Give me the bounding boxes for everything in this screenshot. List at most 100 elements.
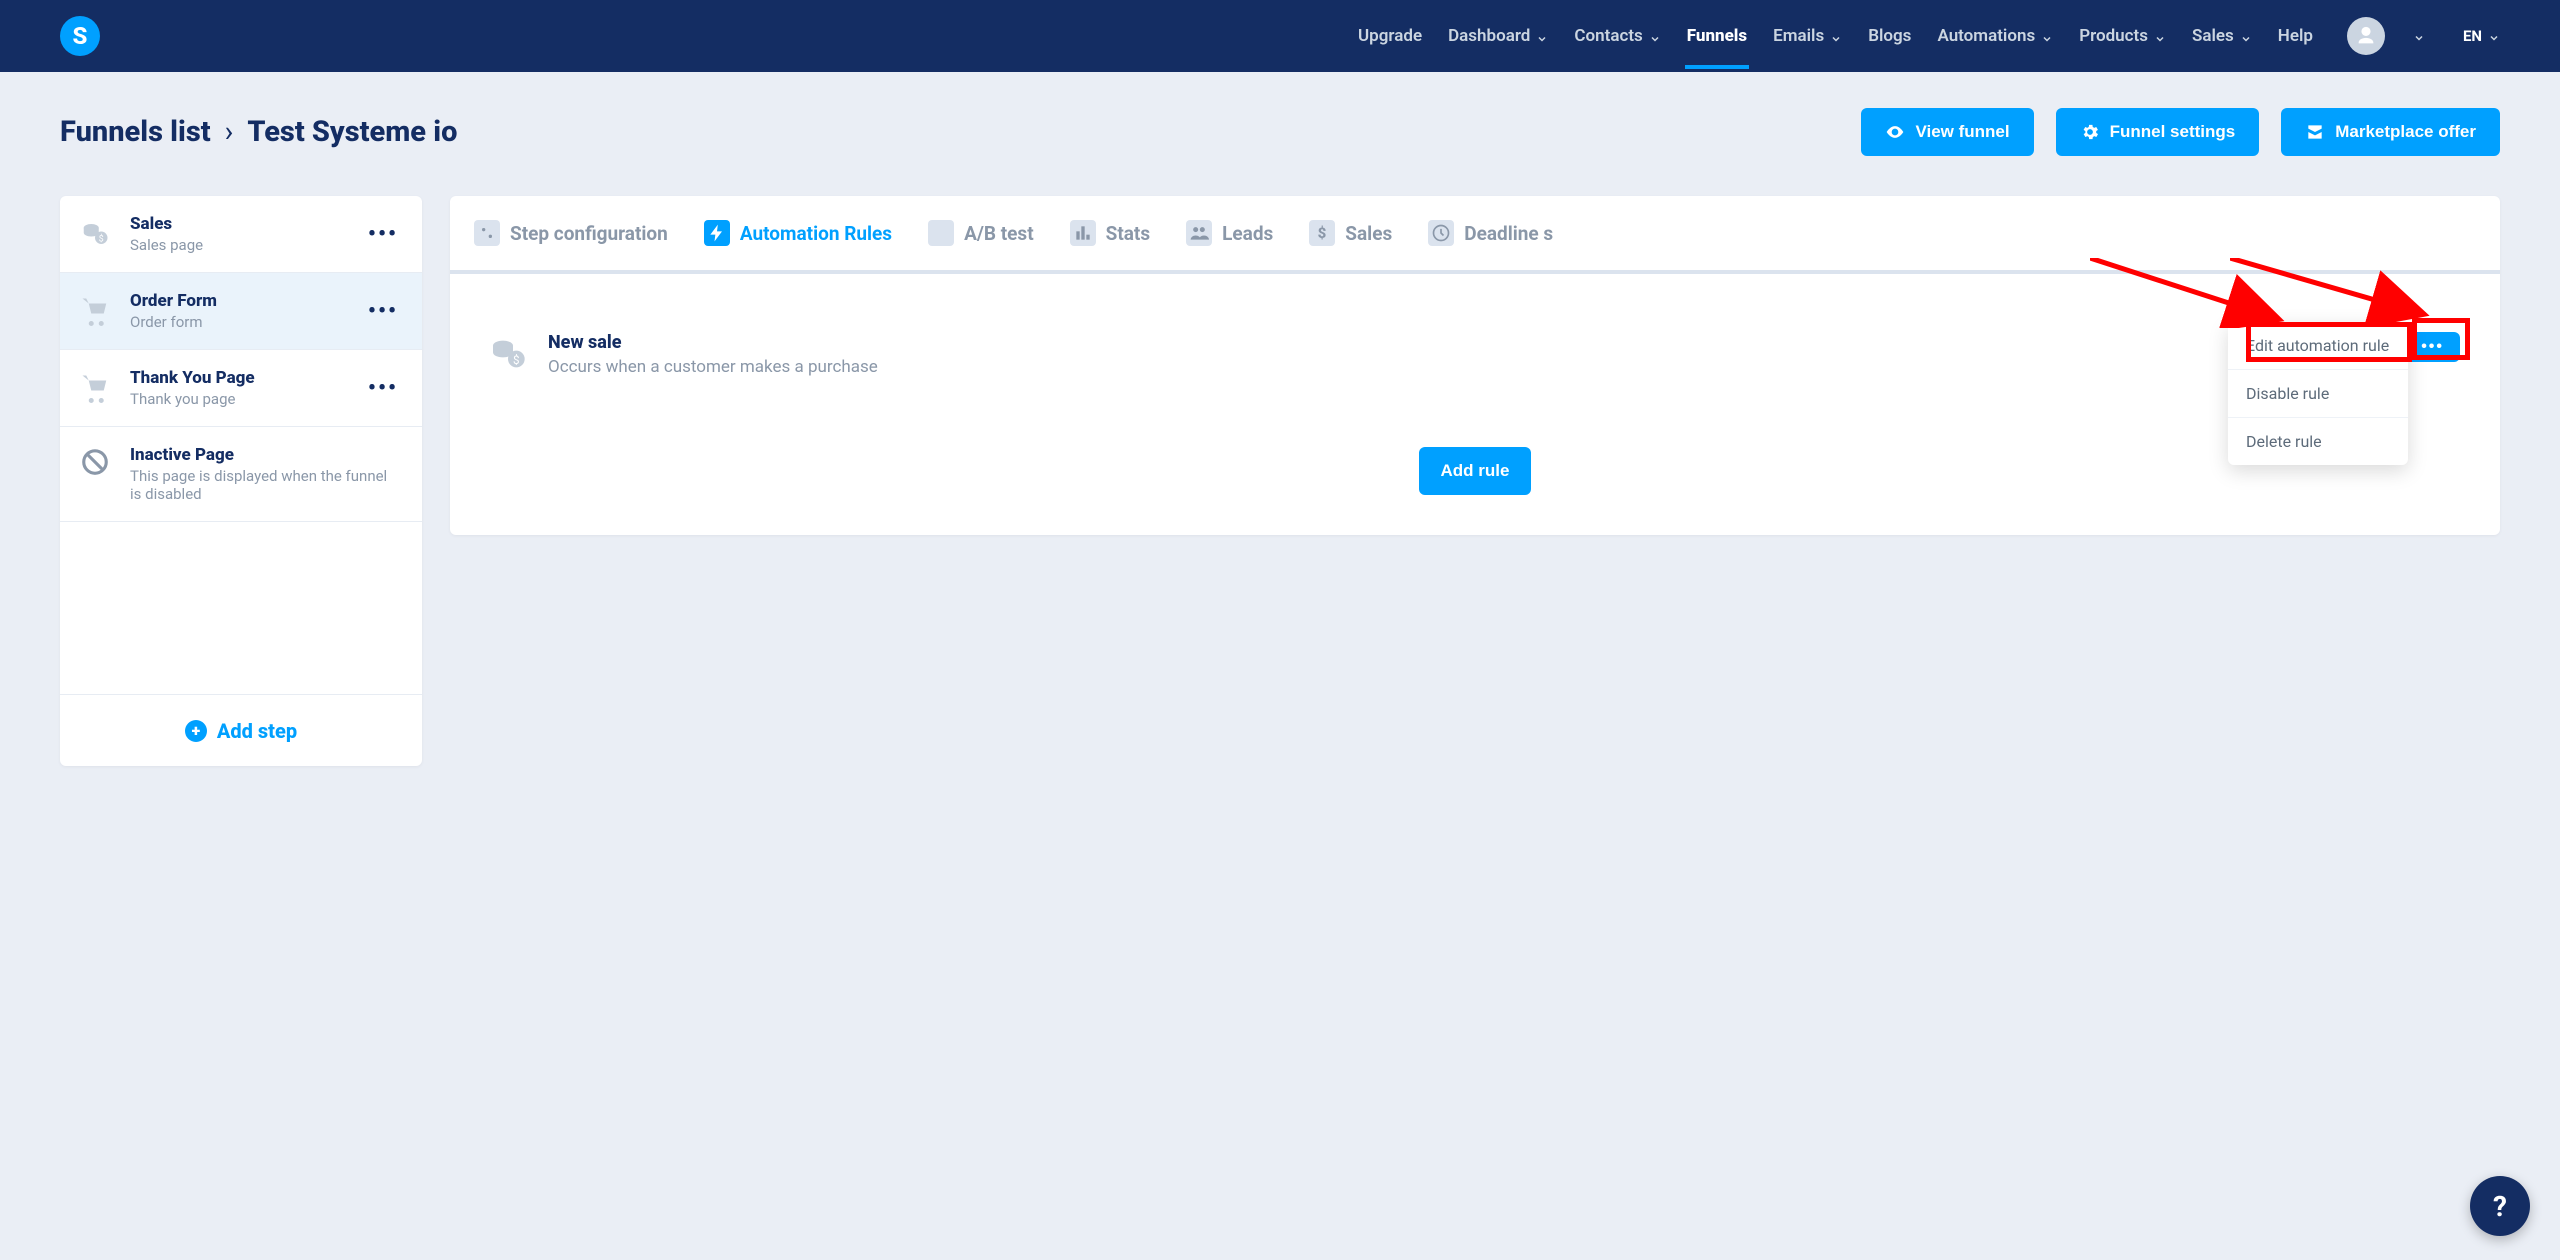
menu-delete-rule[interactable]: Delete rule xyxy=(2228,418,2408,465)
svg-text:$: $ xyxy=(99,234,104,245)
chevron-down-icon xyxy=(1830,30,1842,42)
chevron-down-icon xyxy=(2240,30,2252,42)
chevron-down-icon[interactable] xyxy=(2413,30,2425,42)
step-tabs: Step configuration Automation Rules A/B … xyxy=(450,196,2500,274)
rule-actions: ••• Edit automation rule Disable rule De… xyxy=(2405,332,2464,362)
clock-icon xyxy=(1428,220,1454,246)
rule-subtitle: Occurs when a customer makes a purchase xyxy=(548,357,878,377)
nav-automations[interactable]: Automations xyxy=(1935,4,2055,68)
tab-automation-rules[interactable]: Automation Rules xyxy=(704,196,892,274)
nav-funnels[interactable]: Funnels xyxy=(1685,4,1749,68)
funnel-steps-sidebar: $ Sales Sales page ••• Order Form Order … xyxy=(60,196,422,766)
breadcrumb: Funnels list › Test Systeme io xyxy=(60,115,457,149)
step-menu-icon[interactable]: ••• xyxy=(368,222,398,247)
nav-products[interactable]: Products xyxy=(2077,4,2168,68)
add-rule-button[interactable]: Add rule xyxy=(1419,447,1532,495)
tab-label: Step configuration xyxy=(510,222,668,245)
tab-label: Automation Rules xyxy=(740,222,892,245)
step-text: Order Form Order form xyxy=(130,291,350,331)
marketplace-offer-button[interactable]: Marketplace offer xyxy=(2281,108,2500,156)
tab-label: Deadline s xyxy=(1464,222,1553,245)
sliders-icon xyxy=(474,220,500,246)
nav-contacts[interactable]: Contacts xyxy=(1572,4,1662,68)
tab-sales[interactable]: $ Sales xyxy=(1309,196,1392,274)
breadcrumb-current: Test Systeme io xyxy=(247,115,457,149)
step-text: Sales Sales page xyxy=(130,214,350,254)
breadcrumb-sep-icon: › xyxy=(225,115,234,149)
svg-text:$: $ xyxy=(1318,224,1327,242)
nav-products-label: Products xyxy=(2079,26,2148,46)
step-subtitle: This page is displayed when the funnel i… xyxy=(130,467,398,503)
step-menu-icon[interactable]: ••• xyxy=(368,376,398,401)
rule-title: New sale xyxy=(548,332,878,353)
user-icon xyxy=(2355,25,2377,47)
step-title: Inactive Page xyxy=(130,445,398,465)
add-step-label: Add step xyxy=(217,719,297,743)
menu-edit-rule[interactable]: Edit automation rule xyxy=(2228,322,2408,370)
tab-leads[interactable]: Leads xyxy=(1186,196,1273,274)
tab-deadline[interactable]: Deadline s xyxy=(1428,196,1553,274)
tab-label: Stats xyxy=(1106,222,1151,245)
nav-blogs-label: Blogs xyxy=(1868,26,1911,46)
add-step-button[interactable]: + Add step xyxy=(60,694,422,766)
language-label: EN xyxy=(2463,27,2482,45)
step-title: Thank You Page xyxy=(130,368,350,388)
tab-label: A/B test xyxy=(964,222,1034,245)
offer-icon xyxy=(2305,122,2325,142)
chevron-down-icon xyxy=(2154,30,2166,42)
step-menu-icon[interactable]: ••• xyxy=(368,299,398,324)
automation-rule-row: $ New sale Occurs when a customer makes … xyxy=(486,332,2464,377)
nav-emails[interactable]: Emails xyxy=(1771,4,1844,68)
chevron-down-icon xyxy=(2488,30,2500,42)
content-columns: $ Sales Sales page ••• Order Form Order … xyxy=(60,196,2500,766)
chart-icon xyxy=(1070,220,1096,246)
coins-icon: $ xyxy=(78,217,112,251)
split-icon xyxy=(928,220,954,246)
step-thank-you[interactable]: Thank You Page Thank you page ••• xyxy=(60,350,422,427)
nav-emails-label: Emails xyxy=(1773,26,1824,46)
nav-automations-label: Automations xyxy=(1937,26,2035,46)
header-actions: View funnel Funnel settings Marketplace … xyxy=(1861,108,2500,156)
page-body: Funnels list › Test Systeme io View funn… xyxy=(0,72,2560,766)
nav-sales[interactable]: Sales xyxy=(2190,4,2254,68)
cart-icon xyxy=(78,294,112,328)
menu-disable-rule[interactable]: Disable rule xyxy=(2228,370,2408,418)
tab-label: Leads xyxy=(1222,222,1273,245)
step-text: Thank You Page Thank you page xyxy=(130,368,350,408)
marketplace-offer-label: Marketplace offer xyxy=(2335,122,2476,142)
top-nav: S Upgrade Dashboard Contacts Funnels Ema… xyxy=(0,0,2560,72)
nav-sales-label: Sales xyxy=(2192,26,2234,46)
rule-menu-button[interactable]: ••• xyxy=(2405,332,2460,362)
help-fab[interactable]: ? xyxy=(2470,1176,2530,1236)
step-sales[interactable]: $ Sales Sales page ••• xyxy=(60,196,422,273)
funnel-settings-button[interactable]: Funnel settings xyxy=(2056,108,2260,156)
coins-icon: $ xyxy=(486,332,530,376)
logo[interactable]: S xyxy=(60,16,100,56)
tab-step-configuration[interactable]: Step configuration xyxy=(474,196,668,274)
nav-upgrade-label: Upgrade xyxy=(1358,26,1422,46)
eye-icon xyxy=(1885,122,1905,142)
nav-blogs[interactable]: Blogs xyxy=(1866,4,1913,68)
nav-dashboard[interactable]: Dashboard xyxy=(1446,4,1550,68)
tab-stats[interactable]: Stats xyxy=(1070,196,1151,274)
breadcrumb-root[interactable]: Funnels list xyxy=(60,115,211,149)
language-selector[interactable]: EN xyxy=(2463,27,2500,45)
chevron-down-icon xyxy=(1649,30,1661,42)
step-order-form[interactable]: Order Form Order form ••• xyxy=(60,273,422,350)
view-funnel-label: View funnel xyxy=(1915,122,2009,142)
main-panel: Step configuration Automation Rules A/B … xyxy=(450,196,2500,535)
avatar[interactable] xyxy=(2347,17,2385,55)
step-text: Inactive Page This page is displayed whe… xyxy=(130,445,398,503)
nav-contacts-label: Contacts xyxy=(1574,26,1642,46)
view-funnel-button[interactable]: View funnel xyxy=(1861,108,2033,156)
tab-ab-test[interactable]: A/B test xyxy=(928,196,1034,274)
chevron-down-icon xyxy=(2041,30,2053,42)
rule-text: New sale Occurs when a customer makes a … xyxy=(548,332,878,377)
svg-text:$: $ xyxy=(513,353,520,367)
nav-upgrade[interactable]: Upgrade xyxy=(1356,4,1424,68)
nav-help[interactable]: Help xyxy=(2276,4,2315,68)
cart-icon xyxy=(78,371,112,405)
nav-links: Upgrade Dashboard Contacts Funnels Email… xyxy=(1356,4,2500,68)
dollar-icon: $ xyxy=(1309,220,1335,246)
users-icon xyxy=(1186,220,1212,246)
